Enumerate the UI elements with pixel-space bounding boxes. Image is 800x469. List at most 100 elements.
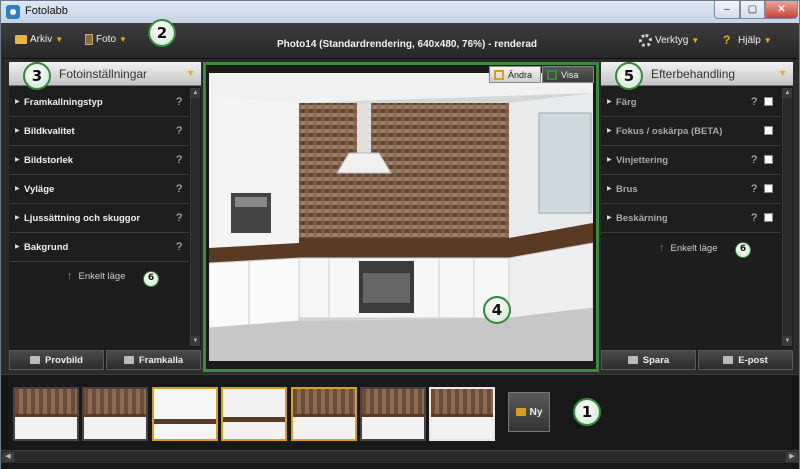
effect-brus[interactable]: ▶ Brus ? [601, 175, 781, 204]
effect-checkbox[interactable] [764, 126, 773, 135]
simple-mode-link[interactable]: ↑ Enkelt läge [659, 242, 718, 254]
app-window: Fotolabb – ▢ ✕ Arkiv ▼ Foto ▼ Photo14 (S… [0, 0, 800, 469]
folder-icon [15, 35, 27, 44]
effect-label: Brus [616, 184, 638, 195]
effect-checkbox[interactable] [764, 97, 773, 106]
photo-settings-list: ▶ Framkallningstyp ? ▶ Bildkvalitet ? ▶ … [9, 88, 189, 262]
photo-thumbnail[interactable] [291, 387, 357, 441]
verktyg-label: Verktyg [655, 35, 689, 46]
help-icon[interactable]: ? [751, 96, 757, 108]
help-icon[interactable]: ? [176, 183, 182, 195]
visa-label: Visa [561, 69, 579, 80]
minimize-button[interactable]: – [714, 1, 740, 19]
effect-fokus[interactable]: ▶ Fokus / oskärpa (BETA) [601, 117, 781, 146]
photo-settings-title: Fotoinställningar [59, 67, 148, 81]
arkiv-label: Arkiv [30, 34, 53, 45]
simple-mode-label: Enkelt läge [670, 242, 718, 254]
expand-triangle-icon: ▶ [607, 99, 612, 105]
effect-checkbox[interactable] [764, 213, 773, 222]
verktyg-menu[interactable]: Verktyg ▼ [639, 34, 699, 47]
help-icon: ? [723, 33, 731, 47]
spara-label: Spara [642, 354, 670, 366]
help-icon[interactable]: ? [751, 154, 757, 166]
help-icon[interactable]: ? [176, 96, 182, 108]
help-icon[interactable]: ? [176, 212, 182, 224]
photo-settings-panel: Fotoinställningar ▼ ▶ Framkallningstyp ?… [9, 62, 201, 370]
arrow-up-icon: ↑ [659, 242, 665, 254]
expand-triangle-icon: ▶ [15, 99, 20, 105]
scroll-up-icon[interactable]: ▲ [191, 88, 200, 98]
hjalp-menu[interactable]: ? Hjälp ▼ [723, 34, 772, 46]
effect-beskarning[interactable]: ▶ Beskärning ? [601, 204, 781, 233]
scroll-down-icon[interactable]: ▼ [783, 336, 792, 346]
app-icon [6, 5, 20, 19]
setting-vylage[interactable]: ▶ Vyläge ? [9, 175, 189, 204]
left-panel-scrollbar[interactable]: ▲ ▼ [190, 88, 200, 346]
help-icon[interactable]: ? [751, 212, 757, 224]
photo-thumbnail[interactable] [82, 387, 148, 441]
right-panel-scrollbar[interactable]: ▲ ▼ [782, 88, 792, 346]
provbild-button[interactable]: Provbild [9, 350, 104, 370]
rendered-kitchen-image [209, 73, 593, 361]
andra-toggle[interactable]: Ändra [489, 66, 541, 83]
setting-label: Bakgrund [24, 242, 69, 253]
scroll-left-icon[interactable]: ◀ [2, 452, 14, 462]
window-title: Fotolabb [25, 5, 68, 17]
spara-button[interactable]: Spara [601, 350, 696, 370]
close-button[interactable]: ✕ [765, 1, 798, 19]
setting-bildkvalitet[interactable]: ▶ Bildkvalitet ? [9, 117, 189, 146]
photo-thumbnail[interactable] [221, 387, 287, 441]
scroll-down-icon[interactable]: ▼ [191, 336, 200, 346]
effect-farg[interactable]: ▶ Färg ? [601, 88, 781, 117]
visa-toggle[interactable]: Visa [542, 66, 594, 83]
framkalla-label: Framkalla [138, 354, 184, 366]
arkiv-menu[interactable]: Arkiv ▼ [15, 34, 63, 45]
view-mode-icon [547, 69, 557, 80]
setting-ljussattning[interactable]: ▶ Ljussättning och skuggor ? [9, 204, 189, 233]
effect-vinjettering[interactable]: ▶ Vinjettering ? [601, 146, 781, 175]
photo-thumbnail-current[interactable] [429, 387, 495, 441]
filmstrip-scrollbar[interactable]: ◀ ▶ [1, 450, 799, 463]
expand-triangle-icon: ▶ [607, 128, 612, 134]
effect-label: Vinjettering [616, 155, 669, 166]
framkalla-button[interactable]: Framkalla [106, 350, 201, 370]
maximize-button[interactable]: ▢ [740, 1, 765, 19]
setting-framkallningstyp[interactable]: ▶ Framkallningstyp ? [9, 88, 189, 117]
setting-bildstorlek[interactable]: ▶ Bildstorlek ? [9, 146, 189, 175]
setting-label: Bildstorlek [24, 155, 74, 166]
photo-thumbnail[interactable] [13, 387, 79, 441]
scroll-right-icon[interactable]: ▶ [786, 452, 798, 462]
chevron-down-icon: ▼ [55, 35, 64, 44]
photo-thumbnail[interactable] [360, 387, 426, 441]
simple-mode-link[interactable]: ↑ Enkelt läge [67, 270, 126, 282]
foto-menu[interactable]: Foto ▼ [85, 34, 127, 45]
photo-thumbnail[interactable] [152, 387, 218, 441]
setting-bakgrund[interactable]: ▶ Bakgrund ? [9, 233, 189, 262]
callout-badge: 6 [735, 242, 751, 258]
effect-checkbox[interactable] [764, 155, 773, 164]
help-icon[interactable]: ? [751, 183, 757, 195]
expand-triangle-icon: ▶ [15, 157, 20, 163]
help-icon[interactable]: ? [176, 125, 182, 137]
develop-icon [123, 356, 134, 364]
setting-label: Bildkvalitet [24, 126, 75, 137]
scroll-up-icon[interactable]: ▲ [783, 88, 792, 98]
chevron-down-icon: ▼ [119, 35, 127, 44]
callout-badge: 6 [143, 271, 159, 287]
setting-label: Vyläge [24, 184, 55, 195]
chevron-down-icon: ▼ [691, 36, 700, 45]
expand-triangle-icon: ▶ [15, 215, 20, 221]
help-icon[interactable]: ? [176, 241, 182, 253]
help-icon[interactable]: ? [176, 154, 182, 166]
expand-triangle-icon: ▶ [15, 186, 20, 192]
new-photo-button[interactable]: Ny [508, 392, 550, 432]
setting-label: Ljussättning och skuggor [24, 213, 141, 224]
post-processing-list: ▶ Färg ? ▶ Fokus / oskärpa (BETA) ▶ Vinj… [601, 88, 781, 233]
expand-triangle-icon: ▶ [15, 128, 20, 134]
new-photo-icon [515, 408, 526, 416]
effect-checkbox[interactable] [764, 184, 773, 193]
foto-label: Foto [96, 34, 117, 45]
title-bar: Fotolabb – ▢ ✕ [1, 1, 799, 23]
epost-button[interactable]: E-post [698, 350, 793, 370]
callout-badge: 3 [23, 62, 51, 90]
